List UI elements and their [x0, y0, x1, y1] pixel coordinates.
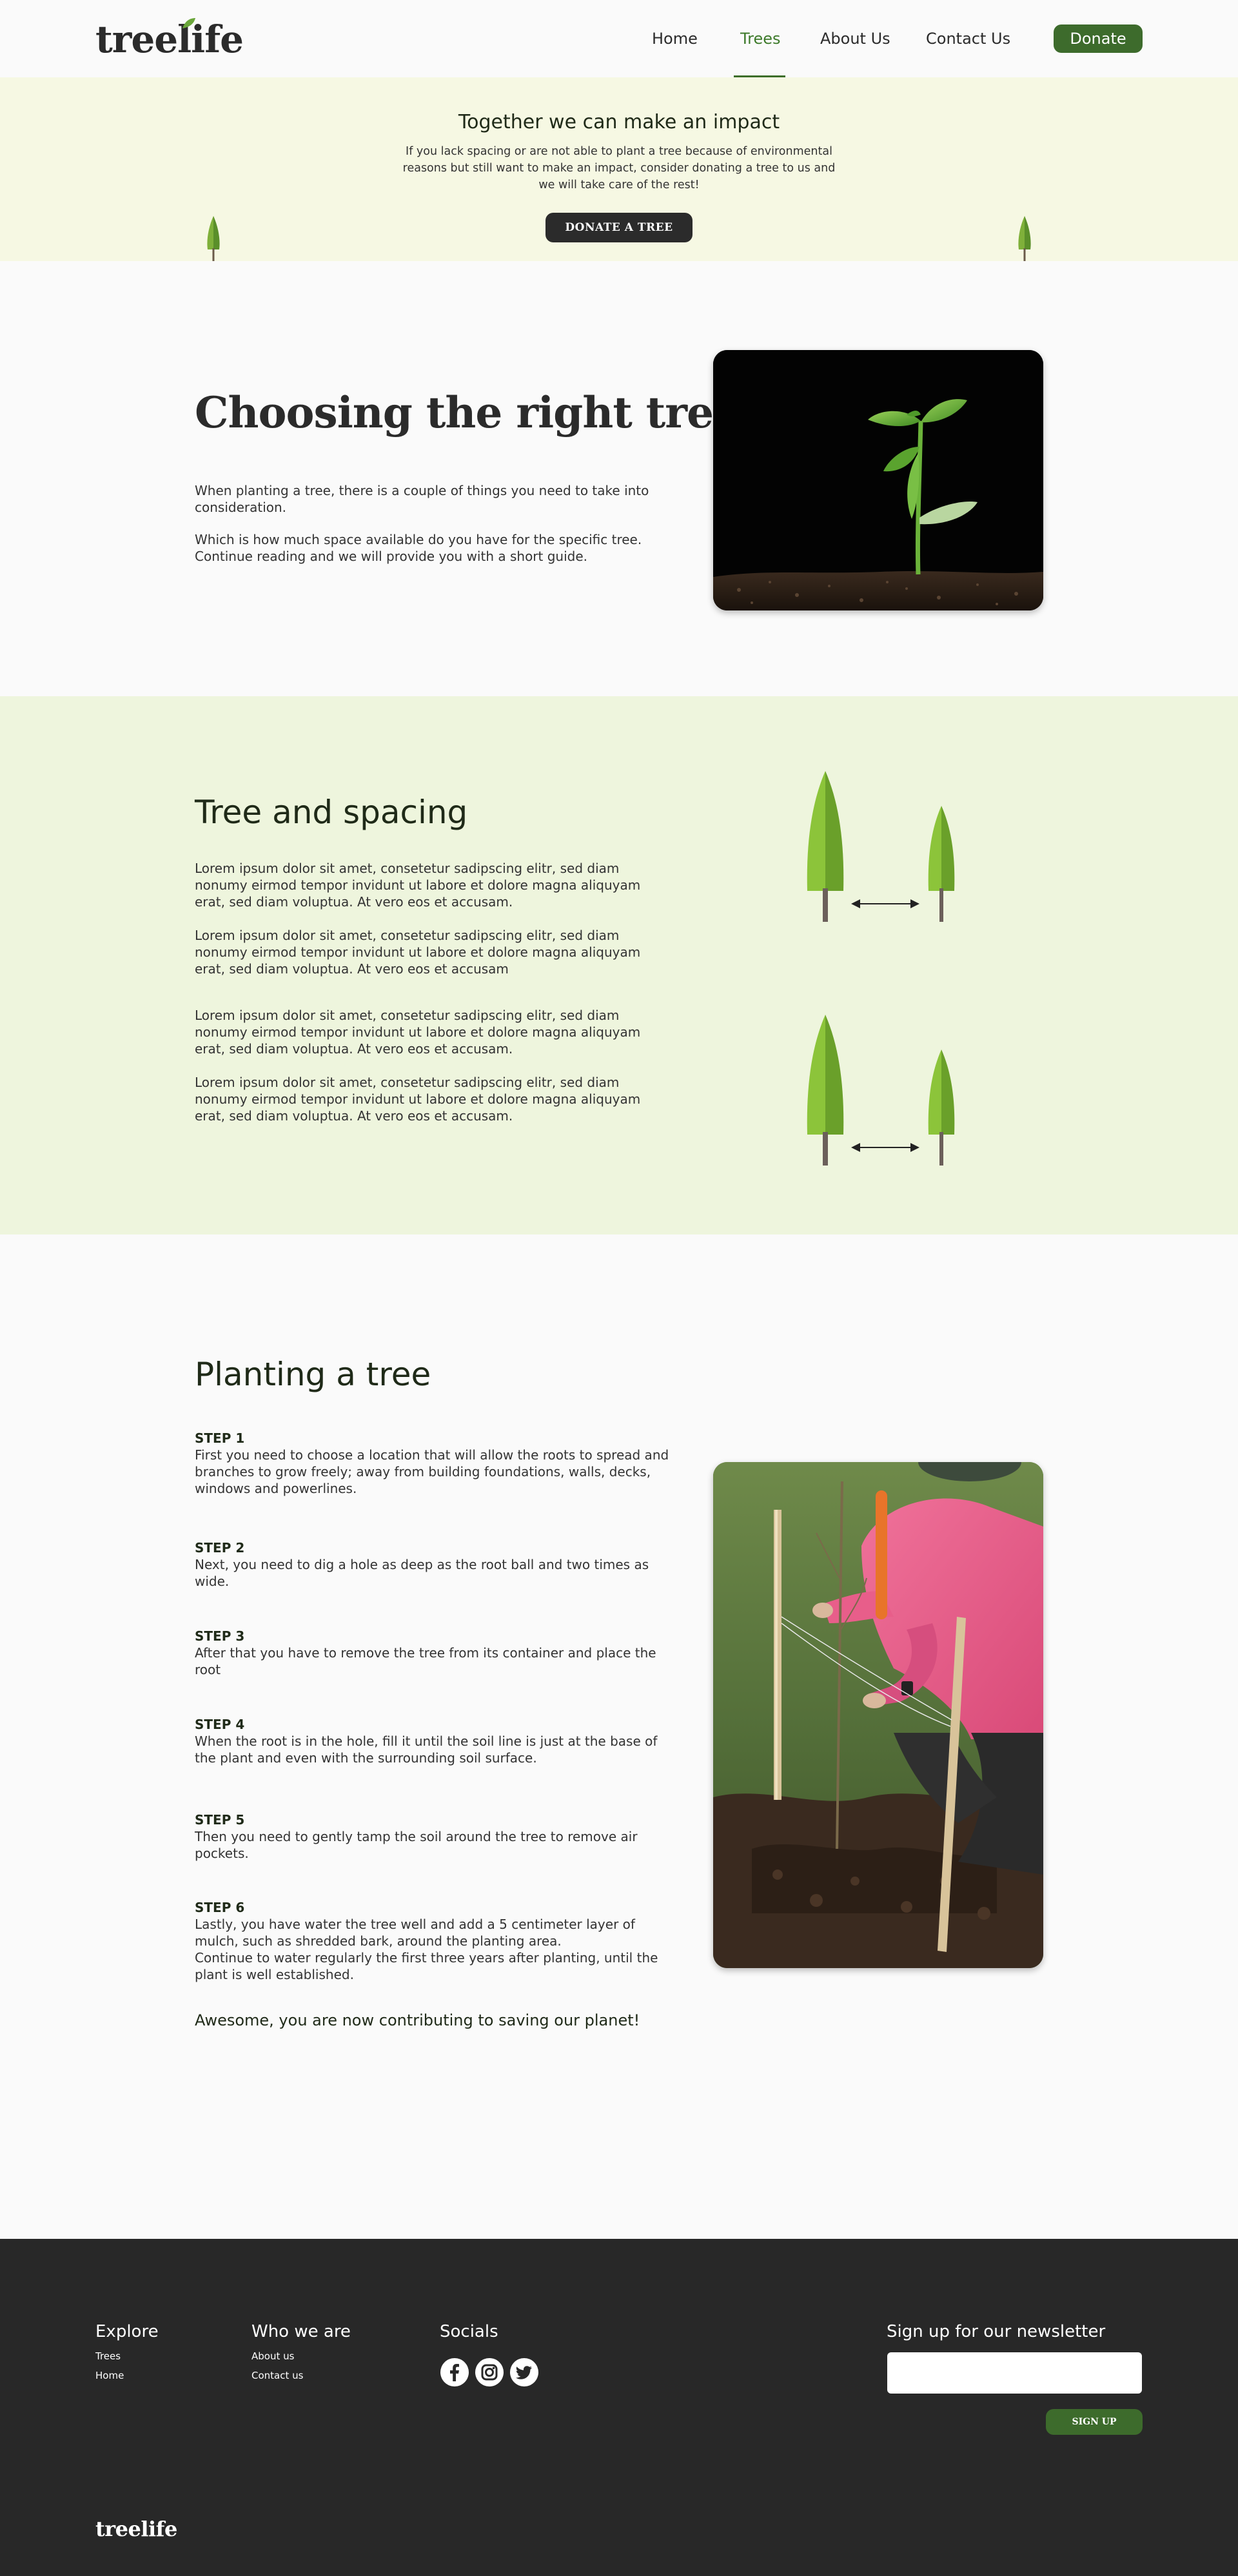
choosing-title: Choosing the right tree: [195, 387, 740, 438]
nav-contact-us[interactable]: Contact Us: [926, 26, 1010, 52]
footer-socials-title: Socials: [440, 2322, 498, 2341]
logo[interactable]: treelife: [95, 17, 244, 62]
spacing-paragraph: Lorem ipsum dolor sit amet, consetetur s…: [195, 1075, 641, 1124]
step-text: After that you have to remove the tree f…: [195, 1645, 656, 1677]
tree-spacing-diagram: [807, 771, 955, 922]
leaf-icon: [182, 18, 195, 28]
step-text: First you need to choose a location that…: [195, 1447, 669, 1496]
newsletter-title: Sign up for our newsletter: [887, 2322, 1106, 2341]
spacing-paragraph: Lorem ipsum dolor sit amet, consetetur s…: [195, 1008, 641, 1057]
donate-tree-button[interactable]: DONATE A TREE: [545, 213, 693, 242]
step-text: When the root is in the hole, fill it un…: [195, 1733, 658, 1766]
choosing-paragraph: When planting a tree, there is a couple …: [195, 483, 649, 515]
nav-trees[interactable]: Trees: [740, 26, 781, 52]
nav-about-us[interactable]: About Us: [820, 26, 890, 52]
step-label: STEP 1: [195, 1430, 245, 1446]
step-text: Then you need to gently tamp the soil ar…: [195, 1829, 638, 1861]
site-footer: Explore Trees Home Who we are About us C…: [0, 2239, 1238, 2576]
step-label: STEP 3: [195, 1628, 245, 1644]
site-header: treelife Home Trees About Us Contact Us …: [0, 0, 1238, 78]
tree-spacing-diagram: [807, 1015, 955, 1166]
signup-button[interactable]: SIGN UP: [1046, 2409, 1143, 2435]
tree-icon: [207, 216, 220, 261]
spacing-title: Tree and spacing: [195, 794, 468, 831]
footer-link-contact-us[interactable]: Contact us: [251, 2369, 303, 2382]
spacing-paragraph: Lorem ipsum dolor sit amet, consetetur s…: [195, 928, 641, 977]
tree-icon: [1018, 216, 1031, 261]
step-text: Lastly, you have water the tree well and…: [195, 1917, 635, 1949]
closing-message: Awesome, you are now contributing to sav…: [195, 2011, 640, 2029]
footer-logo[interactable]: treelife: [95, 2516, 177, 2542]
spacing-paragraph: Lorem ipsum dolor sit amet, consetetur s…: [195, 861, 641, 910]
donate-button[interactable]: Donate: [1054, 24, 1143, 53]
step-label: STEP 4: [195, 1717, 245, 1732]
step-label: STEP 6: [195, 1900, 245, 1915]
spacing-section: Tree and spacing Lorem ipsum dolor sit a…: [0, 696, 1238, 1234]
step-label: STEP 2: [195, 1540, 245, 1556]
seedling-image: [713, 350, 1043, 610]
footer-link-home[interactable]: Home: [95, 2369, 124, 2382]
planting-title: Planting a tree: [195, 1356, 431, 1393]
impact-banner: Together we can make an impact If you la…: [0, 77, 1238, 261]
step-label: STEP 5: [195, 1812, 245, 1828]
step-text: Next, you need to dig a hole as deep as …: [195, 1557, 649, 1589]
footer-who-title: Who we are: [251, 2322, 351, 2341]
impact-title: Together we can make an impact: [458, 111, 780, 133]
footer-explore-title: Explore: [95, 2322, 159, 2341]
footer-link-trees[interactable]: Trees: [95, 2350, 121, 2363]
impact-text: If you lack spacing or are not able to p…: [402, 145, 836, 191]
newsletter-email-input[interactable]: [887, 2352, 1142, 2394]
instagram-icon[interactable]: [475, 2357, 504, 2387]
choosing-paragraph: Which is how much space available do you…: [195, 532, 642, 564]
nav-home[interactable]: Home: [652, 26, 698, 52]
planting-photo: [713, 1462, 1043, 1968]
facebook-icon[interactable]: [440, 2357, 469, 2387]
twitter-icon[interactable]: [509, 2357, 539, 2387]
footer-link-about-us[interactable]: About us: [251, 2350, 294, 2363]
step-text: Continue to water regularly the first th…: [195, 1950, 658, 1982]
